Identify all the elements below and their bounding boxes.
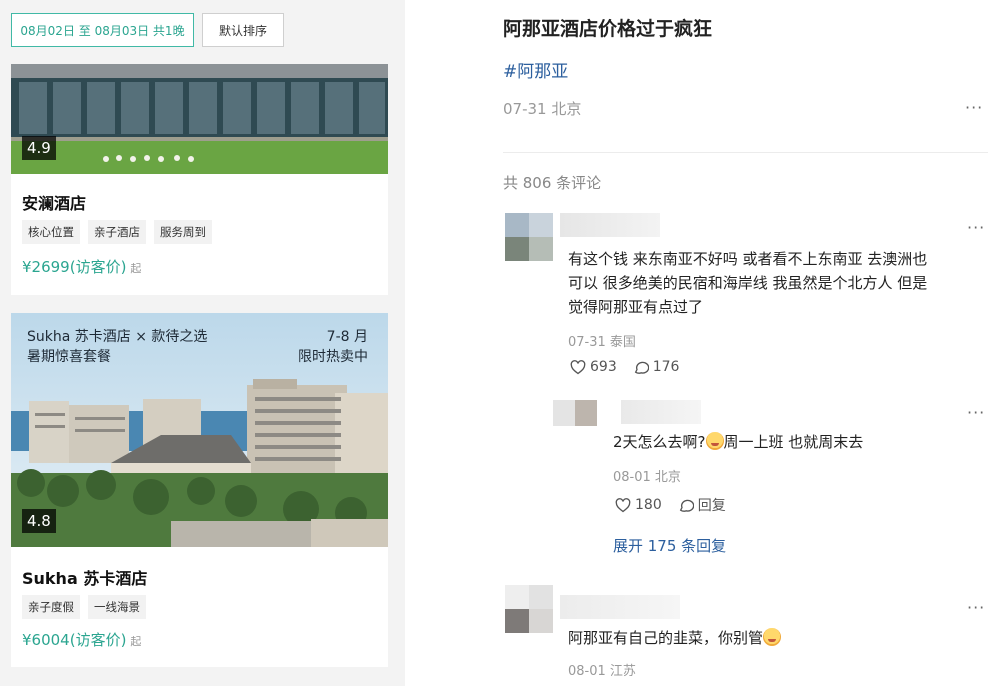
avatar[interactable]: [553, 400, 597, 426]
hotel-card[interactable]: Sukha 苏卡酒店 × 款待之选 暑期惊喜套餐 7-8 月 限时热卖中 4.8…: [11, 313, 388, 667]
comment-line: 有这个钱 来东南亚不好吗 或者看不上东南亚 去澳洲也: [568, 250, 928, 268]
price-amount: ¥2699(访客价): [22, 258, 127, 276]
reply-text: 2天怎么去啊? 周一上班 也就周末去: [613, 430, 863, 454]
reply-meta: 08-01 北京: [613, 470, 681, 485]
emoji-face-icon: [763, 628, 782, 646]
hotel-price: ¥6004(访客价) 起: [22, 629, 141, 650]
hotel-tag: 服务周到: [154, 220, 212, 244]
sort-button[interactable]: 默认排序: [202, 13, 284, 47]
comment-meta: 07-31 泰国: [568, 335, 636, 350]
comment-bubble-icon: [634, 361, 649, 374]
hotel-tags: 核心位置 亲子酒店 服务周到: [22, 220, 212, 244]
comment-line: 阿那亚有自己的韭菜，你别管: [568, 629, 764, 647]
price-amount: ¥6004(访客价): [22, 631, 127, 649]
more-dots-icon[interactable]: ···: [967, 218, 985, 237]
more-dots-icon[interactable]: ···: [967, 403, 985, 422]
expand-replies-link[interactable]: 展开 175 条回复: [613, 535, 726, 556]
username-blurred[interactable]: [560, 595, 680, 619]
rating-badge: 4.8: [22, 509, 56, 533]
emoji-face-icon: [705, 432, 724, 450]
like-button[interactable]: 693: [570, 359, 617, 375]
promo-text-left: Sukha 苏卡酒店 × 款待之选 暑期惊喜套餐: [27, 327, 207, 367]
divider: [503, 152, 988, 153]
date-range-filter[interactable]: 08月02日 至 08月03日 共1晚: [11, 13, 194, 47]
like-count: 180: [635, 497, 662, 513]
comment-text: 有这个钱 来东南亚不好吗 或者看不上东南亚 去澳洲也 可以 很多绝美的民宿和海岸…: [568, 247, 927, 319]
avatar[interactable]: [505, 585, 553, 633]
reply-count: 176: [652, 359, 680, 375]
screen-root: 08月02日 至 08月03日 共1晚 默认排序 4.9 安澜酒店 核心位置 亲…: [0, 0, 1000, 686]
hotel-photo-image: [11, 64, 388, 174]
like-count: 693: [590, 359, 617, 375]
post-panel: 阿那亚酒店价格过于疯狂 #阿那亚 07-31 北京 ··· 共 806 条评论 …: [405, 0, 1000, 686]
reply-button[interactable]: 176: [633, 359, 680, 375]
price-suffix: 起: [130, 262, 142, 275]
reply-label: 回复: [697, 498, 726, 514]
promo-line: 限时热卖中: [298, 349, 368, 365]
hotel-tag: 核心位置: [22, 220, 80, 244]
reply-actions: 180 回复: [615, 495, 726, 515]
comments-count: 共 806 条评论: [503, 174, 602, 192]
hotel-tag: 亲子酒店: [88, 220, 146, 244]
hotel-name[interactable]: 安澜酒店: [22, 190, 86, 214]
reply-button[interactable]: 回复: [678, 495, 726, 515]
like-button[interactable]: 180: [615, 497, 662, 513]
comment-bubble-icon: [679, 499, 694, 512]
promo-line: 7-8 月: [326, 329, 368, 345]
promo-line: Sukha 苏卡酒店 × 款待之选: [27, 329, 208, 345]
comment-actions: 693 176: [570, 359, 679, 375]
hotel-photo: 4.9: [11, 64, 388, 174]
more-dots-icon[interactable]: ···: [967, 598, 985, 617]
hashtag-link[interactable]: #阿那亚: [503, 57, 568, 82]
hotel-price: ¥2699(访客价) 起: [22, 256, 141, 277]
username-blurred[interactable]: [560, 213, 660, 237]
heart-icon: [615, 497, 631, 512]
username-blurred[interactable]: [621, 400, 701, 424]
more-dots-icon[interactable]: ···: [965, 98, 983, 117]
rating-badge: 4.9: [22, 136, 56, 160]
post-meta: 07-31 北京: [503, 100, 582, 118]
avatar[interactable]: [505, 213, 553, 261]
comment-line: 可以 很多绝美的民宿和海岸线 我虽然是个北方人 但是: [568, 274, 928, 292]
hotel-list-panel: 08月02日 至 08月03日 共1晚 默认排序 4.9 安澜酒店 核心位置 亲…: [0, 0, 405, 686]
hotel-tags: 亲子度假 一线海景: [22, 595, 146, 619]
comment-meta: 08-01 江苏: [568, 664, 636, 679]
comment-text: 阿那亚有自己的韭菜，你别管: [568, 626, 782, 650]
heart-icon: [570, 359, 586, 374]
comment-line: 觉得阿那亚有点过了: [568, 298, 704, 316]
hotel-tag: 亲子度假: [22, 595, 80, 619]
reply-text-a: 2天怎么去啊?: [613, 433, 706, 451]
reply-text-b: 周一上班 也就周末去: [723, 433, 864, 451]
promo-text-right: 7-8 月 限时热卖中: [298, 327, 368, 367]
hotel-photo: Sukha 苏卡酒店 × 款待之选 暑期惊喜套餐 7-8 月 限时热卖中 4.8: [11, 313, 388, 547]
post-title: 阿那亚酒店价格过于疯狂: [503, 18, 713, 40]
hotel-name[interactable]: Sukha 苏卡酒店: [22, 565, 147, 589]
hotel-tag: 一线海景: [88, 595, 146, 619]
promo-line: 暑期惊喜套餐: [27, 349, 111, 365]
price-suffix: 起: [130, 635, 142, 648]
hotel-card[interactable]: 4.9 安澜酒店 核心位置 亲子酒店 服务周到 ¥2699(访客价) 起: [11, 64, 388, 295]
